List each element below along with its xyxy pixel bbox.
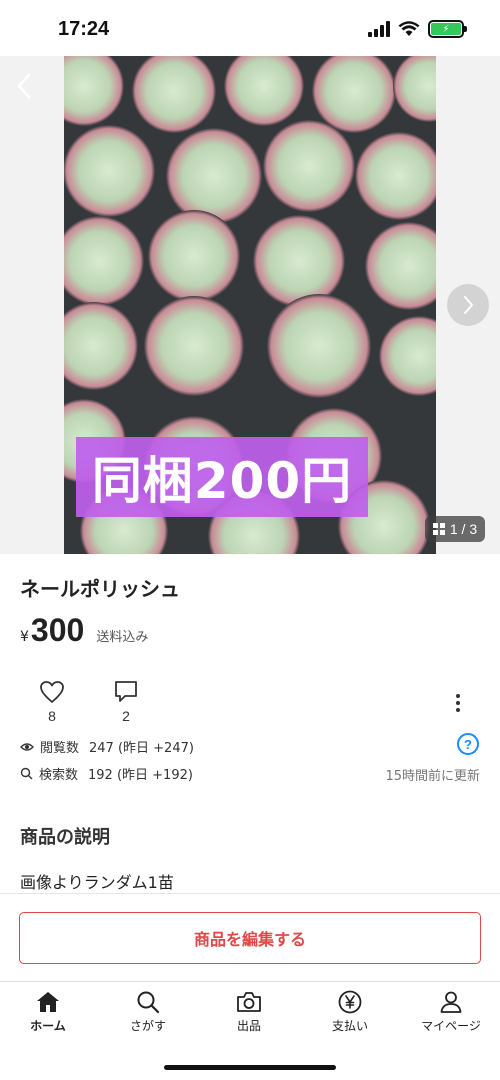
search-label: 検索数 bbox=[39, 768, 79, 783]
edit-product-button[interactable]: 商品を編集する bbox=[19, 912, 481, 964]
product-title: ネールポリッシュ bbox=[20, 577, 180, 601]
tab-mypage-label: マイページ bbox=[421, 1019, 481, 1033]
more-options-button[interactable] bbox=[448, 690, 468, 716]
chevron-right-icon bbox=[464, 296, 473, 314]
tab-sell[interactable]: 出品 bbox=[209, 990, 289, 1034]
tab-mypage[interactable]: マイページ bbox=[411, 990, 491, 1034]
price-row: ¥ 300 送料込み bbox=[20, 612, 148, 649]
home-icon bbox=[37, 992, 59, 1012]
views-value: 247 (昨日 +247) bbox=[89, 741, 194, 756]
tab-search[interactable]: さがす bbox=[108, 990, 188, 1034]
views-label: 閲覧数 bbox=[40, 741, 80, 756]
comment-count: 2 bbox=[122, 708, 130, 724]
description-heading: 商品の説明 bbox=[20, 827, 110, 848]
description-text: 画像よりランダム1苗 bbox=[20, 873, 174, 892]
like-button[interactable]: 8 bbox=[36, 680, 68, 724]
back-button[interactable] bbox=[8, 66, 40, 106]
product-price: 300 bbox=[30, 612, 85, 648]
chevron-left-icon bbox=[17, 73, 31, 99]
comment-icon bbox=[115, 681, 137, 702]
tab-payment-label: 支払い bbox=[331, 1019, 368, 1033]
currency-symbol: ¥ bbox=[20, 629, 29, 645]
yen-coin-icon bbox=[338, 990, 362, 1014]
search-icon bbox=[137, 991, 160, 1014]
status-bar: 17:24 ⚡ bbox=[0, 0, 500, 56]
tab-payment[interactable]: 支払い bbox=[310, 990, 390, 1034]
grid-icon bbox=[432, 523, 445, 535]
image-counter-text: 1 / 3 bbox=[449, 521, 478, 537]
search-stat: 検索数 192 (昨日 +192) bbox=[20, 764, 193, 783]
home-indicator[interactable] bbox=[164, 1065, 336, 1070]
image-gallery[interactable]: 同梱200円 1 / 3 bbox=[0, 56, 500, 554]
comment-button[interactable]: 2 bbox=[110, 680, 142, 724]
eye-icon bbox=[20, 742, 34, 751]
next-image-button[interactable] bbox=[447, 284, 489, 326]
more-dots-icon bbox=[456, 694, 460, 698]
battery-icon: ⚡ bbox=[428, 20, 467, 38]
magnifier-icon bbox=[20, 767, 33, 780]
tab-search-label: さがす bbox=[129, 1019, 166, 1033]
tab-home-label: ホーム bbox=[30, 1019, 66, 1033]
search-value: 192 (昨日 +192) bbox=[88, 768, 193, 783]
camera-icon bbox=[237, 992, 261, 1012]
battery-charging-icon: ⚡ bbox=[431, 23, 461, 35]
views-stat: 閲覧数 247 (昨日 +247) bbox=[20, 737, 194, 756]
tab-sell-label: 出品 bbox=[236, 1019, 261, 1033]
updated-time: 15時間前に更新 bbox=[385, 769, 480, 784]
help-button[interactable]: ? bbox=[457, 733, 479, 755]
image-counter-badge[interactable]: 1 / 3 bbox=[425, 516, 485, 542]
photo-overlay-text: 同梱200円 bbox=[76, 437, 368, 517]
edit-bar: 商品を編集する bbox=[0, 893, 500, 981]
heart-icon bbox=[40, 681, 64, 703]
tab-home[interactable]: ホーム bbox=[8, 990, 88, 1034]
person-icon bbox=[440, 991, 462, 1013]
like-count: 8 bbox=[48, 708, 56, 724]
wifi-icon bbox=[398, 21, 420, 36]
shipping-label: 送料込み bbox=[96, 630, 149, 645]
cellular-signal-icon bbox=[368, 21, 390, 37]
status-icons: ⚡ bbox=[368, 20, 467, 38]
status-time: 17:24 bbox=[58, 18, 110, 40]
